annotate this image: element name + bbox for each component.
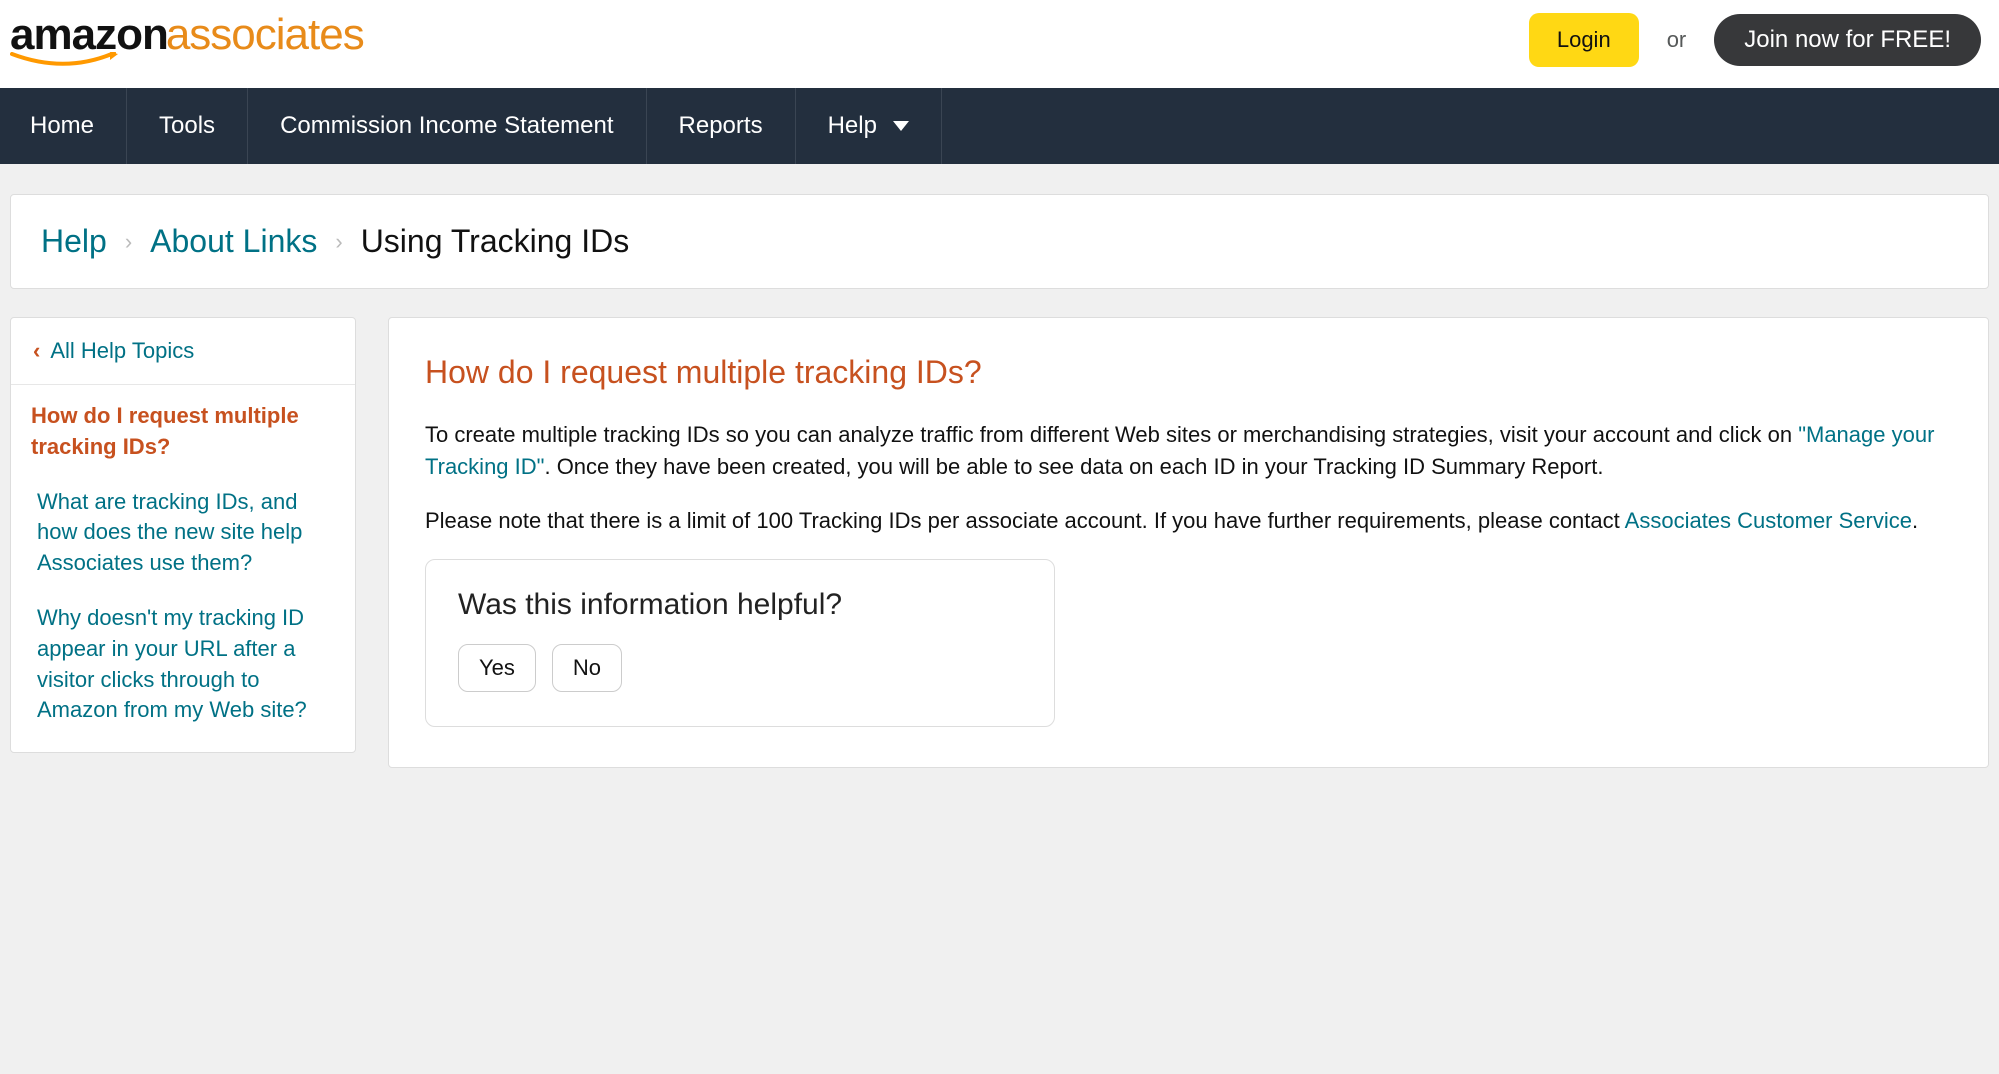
chevron-left-icon: ‹ bbox=[33, 338, 40, 364]
nav-commission[interactable]: Commission Income Statement bbox=[248, 88, 646, 164]
feedback-buttons: Yes No bbox=[458, 644, 1022, 692]
sidebar: ‹ All Help Topics How do I request multi… bbox=[10, 317, 356, 753]
header: amazon associates Login or Join now for … bbox=[0, 0, 1999, 88]
breadcrumb-about-links[interactable]: About Links bbox=[150, 223, 317, 260]
feedback-box: Was this information helpful? Yes No bbox=[425, 559, 1055, 727]
logo-amazon-text: amazon bbox=[10, 10, 168, 59]
sidebar-back[interactable]: ‹ All Help Topics bbox=[11, 318, 355, 385]
chevron-down-icon bbox=[893, 121, 909, 131]
chevron-right-icon: › bbox=[335, 229, 342, 255]
nav-help[interactable]: Help bbox=[796, 88, 942, 164]
header-actions: Login or Join now for FREE! bbox=[1529, 13, 1989, 67]
logo[interactable]: amazon associates bbox=[10, 10, 364, 70]
nav-tools[interactable]: Tools bbox=[127, 88, 248, 164]
breadcrumb-help[interactable]: Help bbox=[41, 223, 107, 260]
or-text: or bbox=[1667, 27, 1687, 53]
nav-home[interactable]: Home bbox=[0, 88, 127, 164]
sidebar-list: How do I request multiple tracking IDs? … bbox=[11, 385, 355, 752]
join-button[interactable]: Join now for FREE! bbox=[1714, 14, 1981, 66]
article-title: How do I request multiple tracking IDs? bbox=[425, 354, 1952, 391]
article-paragraph: Please note that there is a limit of 100… bbox=[425, 505, 1952, 537]
chevron-right-icon: › bbox=[125, 229, 132, 255]
login-button[interactable]: Login bbox=[1529, 13, 1639, 67]
feedback-yes-button[interactable]: Yes bbox=[458, 644, 536, 692]
sidebar-item[interactable]: Why doesn't my tracking ID appear in you… bbox=[31, 603, 335, 726]
sidebar-item-active[interactable]: How do I request multiple tracking IDs? bbox=[31, 401, 335, 463]
content: Help › About Links › Using Tracking IDs … bbox=[0, 164, 1999, 778]
feedback-no-button[interactable]: No bbox=[552, 644, 622, 692]
sidebar-item[interactable]: What are tracking IDs, and how does the … bbox=[31, 487, 335, 579]
main-nav: Home Tools Commission Income Statement R… bbox=[0, 88, 1999, 164]
article-paragraph: To create multiple tracking IDs so you c… bbox=[425, 419, 1952, 483]
sidebar-back-label: All Help Topics bbox=[50, 338, 194, 364]
breadcrumb-current: Using Tracking IDs bbox=[361, 223, 630, 260]
nav-reports[interactable]: Reports bbox=[647, 88, 796, 164]
customer-service-link[interactable]: Associates Customer Service bbox=[1625, 508, 1912, 533]
logo-associates-text: associates bbox=[166, 10, 364, 60]
breadcrumb: Help › About Links › Using Tracking IDs bbox=[10, 194, 1989, 289]
feedback-question: Was this information helpful? bbox=[458, 588, 1022, 622]
article: How do I request multiple tracking IDs? … bbox=[388, 317, 1989, 768]
